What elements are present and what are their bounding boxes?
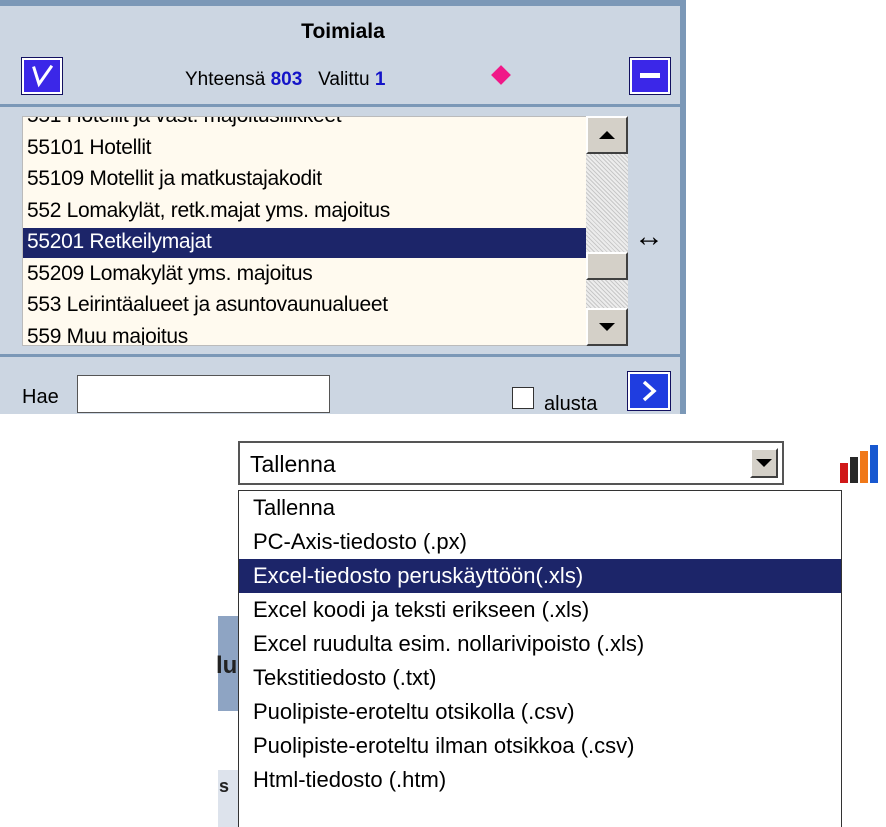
- bar-chart-icon[interactable]: [836, 443, 882, 485]
- select-all-button[interactable]: [21, 57, 63, 95]
- total-label: Yhteensä: [185, 69, 266, 90]
- arrow-down-icon: [599, 323, 615, 331]
- save-option[interactable]: Puolipiste-eroteltu ilman otsikkoa (.csv…: [239, 729, 841, 763]
- chevron-down-icon: [756, 459, 772, 467]
- minus-icon: [640, 73, 660, 78]
- save-option[interactable]: Excel koodi ja teksti erikseen (.xls): [239, 593, 841, 627]
- selection-summary: Yhteensä 803 Valittu 1: [185, 69, 385, 91]
- list-item[interactable]: 55109 Motellit ja matkustajakodit: [23, 165, 588, 195]
- search-label: Hae: [22, 386, 59, 408]
- deselect-button[interactable]: [629, 57, 671, 95]
- arrow-up-icon: [599, 131, 615, 139]
- list-item[interactable]: 551 Hotellit ja vast. majoitusliikkeet: [23, 117, 588, 132]
- save-format-select[interactable]: Tallenna: [238, 441, 784, 485]
- save-option[interactable]: PC-Axis-tiedosto (.px): [239, 525, 841, 559]
- list-item[interactable]: 55101 Hotellit: [23, 134, 588, 164]
- checkmark-icon: [32, 64, 54, 88]
- scroll-up-button[interactable]: [586, 116, 628, 154]
- list-item[interactable]: 553 Leirintäalueet ja asuntovaunualueet: [23, 291, 588, 321]
- save-format-options[interactable]: Tallenna PC-Axis-tiedosto (.px) Excel-tied…: [238, 490, 842, 827]
- selected-label: Valittu: [318, 69, 370, 90]
- panel-title: Toimiala: [301, 20, 385, 43]
- classification-panel: Toimiala Yhteensä 803 Valittu 1 551 Hote…: [0, 0, 686, 415]
- scroll-down-button[interactable]: [586, 308, 628, 346]
- panel-right-border: [680, 0, 686, 414]
- save-option[interactable]: Html-tiedosto (.htm): [239, 763, 841, 797]
- save-option[interactable]: Excel-tiedosto peruskäyttöön(.xls): [239, 559, 841, 593]
- list-item[interactable]: 559 Muu majoitus: [23, 323, 588, 346]
- list-item[interactable]: 552 Lomakylät, retk.majat yms. majoitus: [23, 197, 588, 227]
- list-item[interactable]: 55209 Lomakylät yms. majoitus: [23, 260, 588, 290]
- scroll-thumb[interactable]: [586, 252, 628, 280]
- alusta-label: alusta: [544, 393, 598, 415]
- double-arrow-icon[interactable]: ↔: [634, 220, 664, 254]
- diamond-icon: [491, 65, 511, 85]
- save-option[interactable]: Excel ruudulta esim. nollarivipoisto (.x…: [239, 627, 841, 661]
- classification-listbox[interactable]: 551 Hotellit ja vast. majoitusliikkeet 55…: [22, 116, 628, 346]
- chevron-right-icon: [642, 380, 657, 402]
- total-count: 803: [270, 69, 303, 90]
- list-item-selected[interactable]: 55201 Retkeilymajat: [23, 228, 588, 258]
- select-value: Tallenna: [250, 451, 336, 477]
- background-text: lu: [216, 652, 238, 679]
- panel-top-border: [0, 0, 686, 6]
- search-input[interactable]: [77, 375, 330, 413]
- panel-separator: [0, 104, 686, 107]
- background-text: s: [219, 776, 230, 796]
- save-option[interactable]: Tallenna: [239, 491, 841, 525]
- save-option[interactable]: Tekstitiedosto (.txt): [239, 661, 841, 695]
- alusta-checkbox[interactable]: [512, 387, 534, 409]
- selected-count: 1: [374, 69, 386, 90]
- panel-separator: [0, 354, 686, 357]
- save-option[interactable]: Puolipiste-eroteltu otsikolla (.csv): [239, 695, 841, 729]
- dropdown-button[interactable]: [750, 448, 778, 478]
- search-go-button[interactable]: [627, 371, 671, 411]
